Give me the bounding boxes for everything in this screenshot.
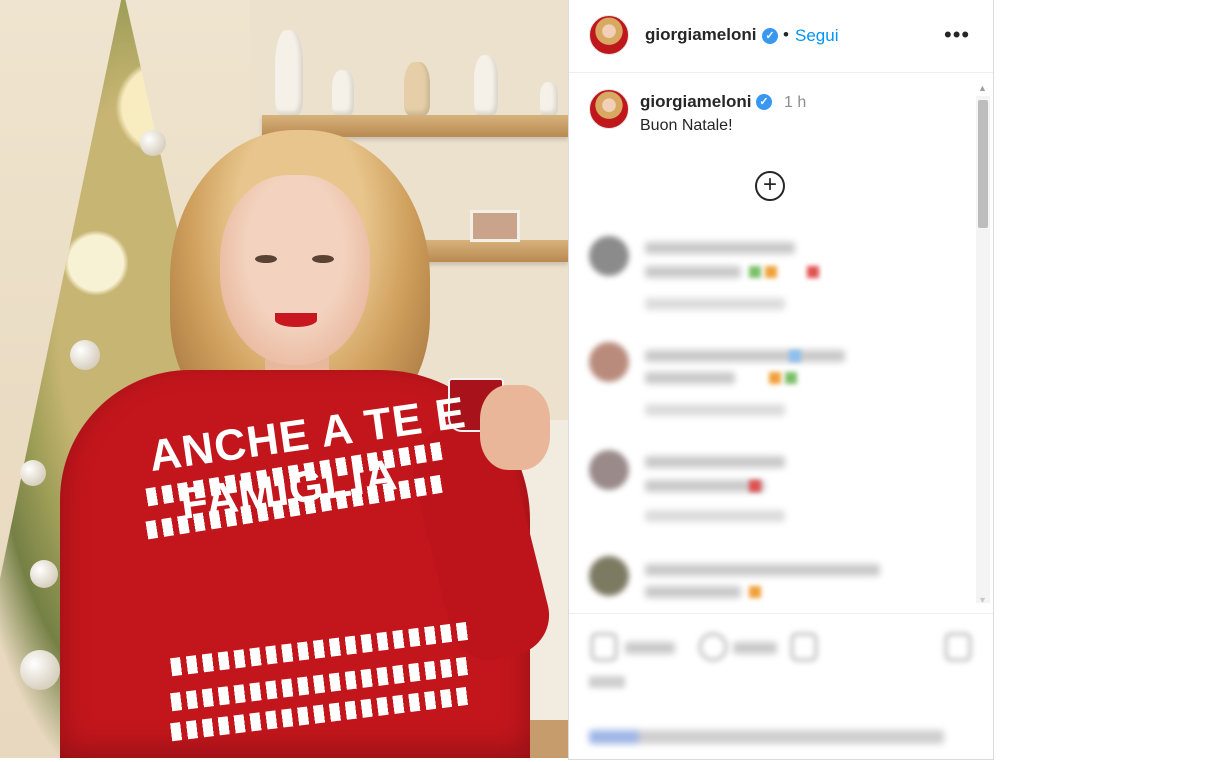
blurred-comment-text (645, 586, 741, 598)
scroll-up-arrow-icon[interactable]: ▲ (978, 83, 987, 93)
tree-ornament (20, 650, 60, 690)
comment-item (589, 236, 959, 316)
blurred-username (645, 564, 880, 576)
comment-item (589, 556, 959, 636)
tree-ornament (30, 560, 58, 588)
comment-avatar (589, 450, 629, 490)
post-timestamp[interactable]: 1 h (784, 94, 806, 112)
eye (312, 255, 334, 263)
blurred-meta (645, 404, 785, 416)
comment-avatar (589, 236, 629, 276)
comment-icon[interactable] (699, 633, 727, 661)
comment-item (589, 342, 959, 422)
face (220, 175, 370, 365)
comment-avatar (589, 342, 629, 382)
post-photo: ANCHE A TE E FAMIGLIA (0, 0, 568, 758)
angel-figurine (332, 70, 354, 115)
blurred-emoji (807, 266, 819, 278)
like-icon[interactable] (591, 633, 617, 661)
separator-dot: • (783, 25, 789, 44)
blurred-like-count (625, 642, 675, 654)
blurred-emoji (749, 266, 761, 278)
blurred-comment-text (645, 480, 765, 492)
blurred-verified (789, 350, 801, 362)
blurred-comment-text (645, 372, 735, 384)
blurred-emoji (749, 480, 761, 492)
lips (275, 313, 317, 327)
tree-ornament (20, 460, 46, 486)
scroll-down-arrow-icon[interactable]: ▼ (978, 595, 987, 605)
blurred-username (645, 350, 845, 362)
scrollbar-thumb[interactable] (978, 100, 988, 228)
blurred-likes-summary (589, 676, 625, 688)
blurred-emoji (765, 266, 777, 278)
hand (480, 385, 550, 470)
divider (569, 613, 993, 614)
blurred-comment-text (645, 266, 741, 278)
verified-icon: ✓ (756, 94, 772, 110)
blurred-username (645, 456, 785, 468)
eye (255, 255, 277, 263)
angel-figurine (474, 55, 498, 115)
caption-username[interactable]: giorgiameloni (640, 92, 751, 112)
blurred-meta (645, 510, 785, 522)
blurred-emoji (785, 372, 797, 384)
instagram-post-viewer: ANCHE A TE E FAMIGLIA giorgiameloni ✓ • … (0, 0, 1218, 762)
caption-avatar[interactable] (589, 89, 629, 129)
avatar[interactable] (589, 15, 629, 55)
post-caption: Buon Natale! (640, 117, 733, 134)
save-icon[interactable] (945, 633, 971, 661)
header-username[interactable]: giorgiameloni (645, 25, 756, 45)
more-options-icon[interactable]: ••• (944, 22, 970, 48)
follow-button[interactable]: Segui (795, 26, 838, 46)
blurred-emoji (749, 586, 761, 598)
share-icon[interactable] (791, 633, 817, 661)
post-side-panel: giorgiameloni ✓ • Segui ••• giorgiamelon… (568, 0, 994, 760)
blurred-emoji (769, 372, 781, 384)
blurred-comment-count (733, 642, 777, 654)
post-header: giorgiameloni ✓ • Segui ••• (569, 0, 993, 73)
blurred-footer-text (589, 730, 944, 744)
verified-icon: ✓ (762, 28, 778, 44)
plus-circle-icon[interactable]: + (755, 171, 785, 201)
angel-figurine (404, 62, 430, 115)
blurred-username (645, 242, 795, 254)
comment-item (589, 450, 959, 530)
angel-figurine (540, 82, 558, 115)
angel-figurine (275, 30, 303, 115)
comment-avatar (589, 556, 629, 596)
blurred-meta (645, 298, 785, 310)
